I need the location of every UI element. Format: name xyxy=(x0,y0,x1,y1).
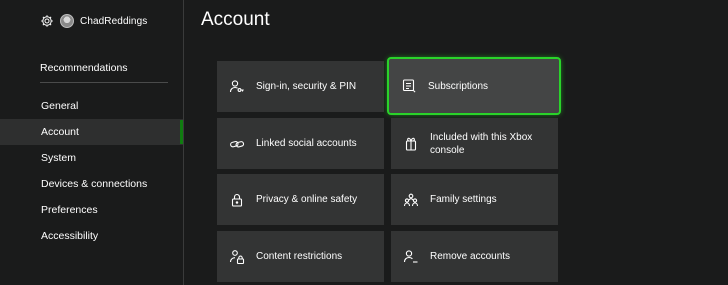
sidebar-item-accessibility[interactable]: Accessibility xyxy=(0,223,183,249)
sidebar-item-general[interactable]: General xyxy=(0,93,183,119)
tile-family-settings[interactable]: Family settings xyxy=(391,174,558,225)
sidebar-item-devices-connections[interactable]: Devices & connections xyxy=(0,171,183,197)
sidebar-item-preferences[interactable]: Preferences xyxy=(0,197,183,223)
tile-label: Content restrictions xyxy=(256,251,343,262)
tile-included-with-console[interactable]: Included with this Xbox console xyxy=(391,118,558,169)
gift-icon xyxy=(403,136,419,152)
tile-label: Sign-in, security & PIN xyxy=(256,81,357,92)
profile-header: ChadReddings xyxy=(40,11,147,31)
sidebar-divider xyxy=(40,82,168,83)
sidebar-item-recommendations[interactable]: Recommendations xyxy=(40,62,128,74)
username[interactable]: ChadReddings xyxy=(80,16,147,27)
gear-icon[interactable] xyxy=(40,14,54,28)
tile-label: Linked social accounts xyxy=(256,138,357,149)
subscription-icon xyxy=(401,78,417,94)
avatar[interactable] xyxy=(60,14,74,28)
sidebar-border xyxy=(183,0,184,285)
tile-label: Remove accounts xyxy=(430,251,511,262)
family-icon xyxy=(403,192,419,208)
page-title: Account xyxy=(201,9,270,30)
lock-icon xyxy=(229,192,245,208)
tile-sign-in-security-pin[interactable]: Sign-in, security & PIN xyxy=(217,61,384,112)
tile-label: Family settings xyxy=(430,194,497,205)
tile-remove-accounts[interactable]: Remove accounts xyxy=(391,231,558,282)
tile-label: Privacy & online safety xyxy=(256,194,358,205)
tile-label: Included with this Xbox console xyxy=(430,131,533,156)
person-key-icon xyxy=(229,79,245,95)
tile-subscriptions[interactable]: Subscriptions xyxy=(387,57,561,115)
content-lock-icon xyxy=(229,249,245,265)
tile-label: Subscriptions xyxy=(428,80,489,92)
tile-privacy-online-safety[interactable]: Privacy & online safety xyxy=(217,174,384,225)
sidebar-item-system[interactable]: System xyxy=(0,145,183,171)
sidebar: ChadReddings Recommendations General Acc… xyxy=(0,0,183,285)
sidebar-nav: General Account System Devices & connect… xyxy=(0,93,183,249)
remove-person-icon xyxy=(403,249,419,265)
tile-linked-social-accounts[interactable]: Linked social accounts xyxy=(217,118,384,169)
sidebar-item-account[interactable]: Account xyxy=(0,119,183,145)
link-icon xyxy=(229,136,245,152)
tile-content-restrictions[interactable]: Content restrictions xyxy=(217,231,384,282)
